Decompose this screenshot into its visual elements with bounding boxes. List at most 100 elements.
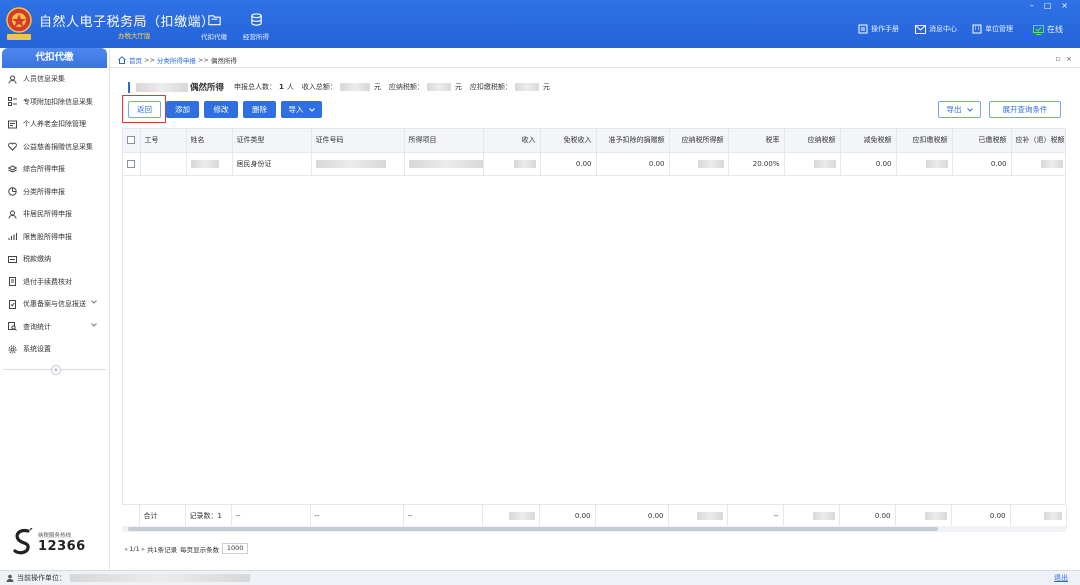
sidebar-item-personnel-info[interactable]: 人员信息采集 xyxy=(0,68,109,91)
select-all-checkbox[interactable] xyxy=(127,136,135,145)
add-button[interactable]: 添加 xyxy=(166,101,199,118)
logout-link[interactable]: 退出 xyxy=(1054,573,1068,583)
sidebar-item-comprehensive-income[interactable]: 综合所得申报 xyxy=(0,158,109,181)
col-tax-rate[interactable]: 税率 xyxy=(728,129,785,153)
expand-query-button[interactable]: 展开查询条件 xyxy=(989,101,1061,118)
total-income xyxy=(482,505,540,529)
import-dropdown-button[interactable]: 导入 xyxy=(281,101,322,118)
col-id-number[interactable]: 证件号码 xyxy=(311,129,405,153)
redacted-taxable-income xyxy=(697,159,724,168)
tab-close-button[interactable]: × xyxy=(1066,55,1072,63)
col-employee-id[interactable]: 工号 xyxy=(140,129,187,153)
total-income-item: -- xyxy=(403,505,483,529)
sidebar-item-refund-fee-check[interactable]: 退付手续费核对 xyxy=(0,271,109,294)
select-all-cell[interactable] xyxy=(123,129,141,153)
total-refund xyxy=(1010,505,1067,529)
list-icon xyxy=(8,97,17,107)
col-income[interactable]: 收入 xyxy=(483,129,541,153)
sidebar-item-tax-payment[interactable]: 税款缴纳 xyxy=(0,248,109,271)
cell-employee-id xyxy=(140,152,187,176)
tab-restore-button[interactable]: ▫ xyxy=(1055,55,1060,63)
sidebar-item-restricted-shares[interactable]: 限售股所得申报 xyxy=(0,226,109,249)
tax-emblem-icon xyxy=(6,7,32,40)
redacted-total-income xyxy=(508,512,535,521)
redacted-withheld-value xyxy=(925,159,948,168)
app-title: 自然人电子税务局（扣缴端） xyxy=(39,15,215,30)
sidebar-item-system-settings[interactable]: 系统设置 xyxy=(0,338,109,361)
total-tax-payable xyxy=(783,505,840,529)
table-row[interactable]: 居民身份证 0.00 0.00 20.00% 0.00 0.00 xyxy=(123,152,1065,176)
col-income-item[interactable]: 所得项目 xyxy=(404,129,484,153)
top-nav-business-income[interactable]: 经营所得 xyxy=(238,12,274,41)
cell-tax-payable xyxy=(784,152,841,176)
sidebar-divider: « xyxy=(3,364,106,375)
sidebar-item-preferential-filing[interactable]: 优惠备案与信息报送 xyxy=(0,293,109,316)
col-donation-deduction[interactable]: 准予扣除的捐赠额 xyxy=(596,129,670,153)
col-tax-paid[interactable]: 已缴税额 xyxy=(952,129,1012,153)
col-tax-payable[interactable]: 应纳税额 xyxy=(784,129,841,153)
sidebar-item-pension-deduction[interactable]: 个人养老金扣除管理 xyxy=(0,113,109,136)
col-tax-withheld[interactable]: 应扣缴税额 xyxy=(896,129,953,153)
tool-manual[interactable]: 操作手册 xyxy=(858,24,899,34)
sidebar-item-charity-donation[interactable]: 公益慈善捐赠信息采集 xyxy=(0,136,109,159)
table-total-row: 合计 记录数：1 -- -- -- 0.00 0.00 -- 0.00 0.00 xyxy=(122,504,1067,529)
per-page-input[interactable]: 1000 xyxy=(222,543,249,554)
id-card-icon xyxy=(8,120,17,129)
sidebar-header: 代扣代缴 xyxy=(2,48,107,68)
total-id-number: -- xyxy=(310,505,404,529)
cell-id-number xyxy=(311,152,405,176)
cell-tax-paid: 0.00 xyxy=(952,152,1012,176)
total-tax-free-income: 0.00 xyxy=(539,505,596,529)
sidebar-item-special-deduction[interactable]: 专项附加扣除信息采集 xyxy=(0,91,109,114)
redacted-operator-unit xyxy=(70,574,250,582)
col-name[interactable]: 姓名 xyxy=(186,129,233,153)
sidebar-collapse-button[interactable]: « xyxy=(51,364,61,375)
edit-button[interactable]: 修改 xyxy=(204,101,238,118)
tool-unit-management[interactable]: 单位管理 xyxy=(972,24,1013,34)
prev-page-icon[interactable]: ◂ xyxy=(124,545,127,553)
redacted-id-number xyxy=(315,159,386,168)
tool-messages[interactable]: 消息中心 xyxy=(915,24,957,34)
horizontal-scrollbar[interactable] xyxy=(122,526,1066,532)
total-donation: 0.00 xyxy=(595,505,669,529)
redacted-income-item xyxy=(408,159,482,168)
back-button[interactable]: 返回 xyxy=(128,101,161,118)
cell-tax-reduction: 0.00 xyxy=(840,152,897,176)
sidebar-item-nonresident-income[interactable]: 非居民所得申报 xyxy=(0,203,109,226)
col-tax-refund[interactable]: 应补（退）税额 xyxy=(1011,129,1065,153)
delete-button[interactable]: 删除 xyxy=(243,101,276,118)
user-icon xyxy=(8,210,17,219)
cell-tax-free-income: 0.00 xyxy=(540,152,597,176)
close-button[interactable]: × xyxy=(1061,1,1068,10)
sidebar-item-classified-income[interactable]: 分类所得申报 xyxy=(0,181,109,204)
maximize-button[interactable]: □ xyxy=(1044,1,1052,10)
chevron-down-icon xyxy=(308,107,315,112)
minimize-button[interactable]: – xyxy=(1030,1,1034,10)
col-id-type[interactable]: 证件类型 xyxy=(232,129,312,153)
window-controls: – □ × xyxy=(1030,1,1068,10)
next-page-icon[interactable]: ▸ xyxy=(142,545,145,553)
export-dropdown-button[interactable]: 导出 xyxy=(938,101,981,118)
col-tax-free-income[interactable]: 免税收入 xyxy=(540,129,597,153)
breadcrumb-home-link[interactable]: 首页 xyxy=(129,55,142,65)
sidebar-item-query-statistics[interactable]: 查询统计 xyxy=(0,316,109,339)
online-icon xyxy=(1033,24,1044,35)
total-records: 共1条记录 xyxy=(147,545,178,554)
count-value: 1 xyxy=(279,83,284,91)
top-nav-withholding[interactable]: 代扣代缴 xyxy=(196,12,232,41)
col-taxable-income[interactable]: 应纳税所得额 xyxy=(669,129,729,153)
chevron-down-icon xyxy=(966,107,973,112)
breadcrumb: 首页 >> 分类所得申报 >> 偶然所得 ▫ × xyxy=(110,53,1080,68)
user-icon xyxy=(6,574,14,582)
sidebar: 代扣代缴 人员信息采集 专项附加扣除信息采集 个人养老金扣除管理 公益慈善捐赠信… xyxy=(0,48,110,570)
row-select-cell[interactable] xyxy=(123,152,141,176)
col-tax-reduction[interactable]: 减免税额 xyxy=(840,129,897,153)
coins-icon xyxy=(250,13,262,26)
cell-id-type: 居民身份证 xyxy=(232,152,312,176)
tool-online-status[interactable]: 在线 xyxy=(1033,24,1063,35)
scrollbar-thumb[interactable] xyxy=(128,527,938,531)
breadcrumb-parent-link[interactable]: 分类所得申报 xyxy=(157,55,196,65)
row-checkbox[interactable] xyxy=(127,159,135,168)
manual-icon xyxy=(858,24,868,34)
income-table: 工号 姓名 证件类型 证件号码 所得项目 收入 免税收入 准予扣除的捐赠额 应纳… xyxy=(122,128,1066,530)
